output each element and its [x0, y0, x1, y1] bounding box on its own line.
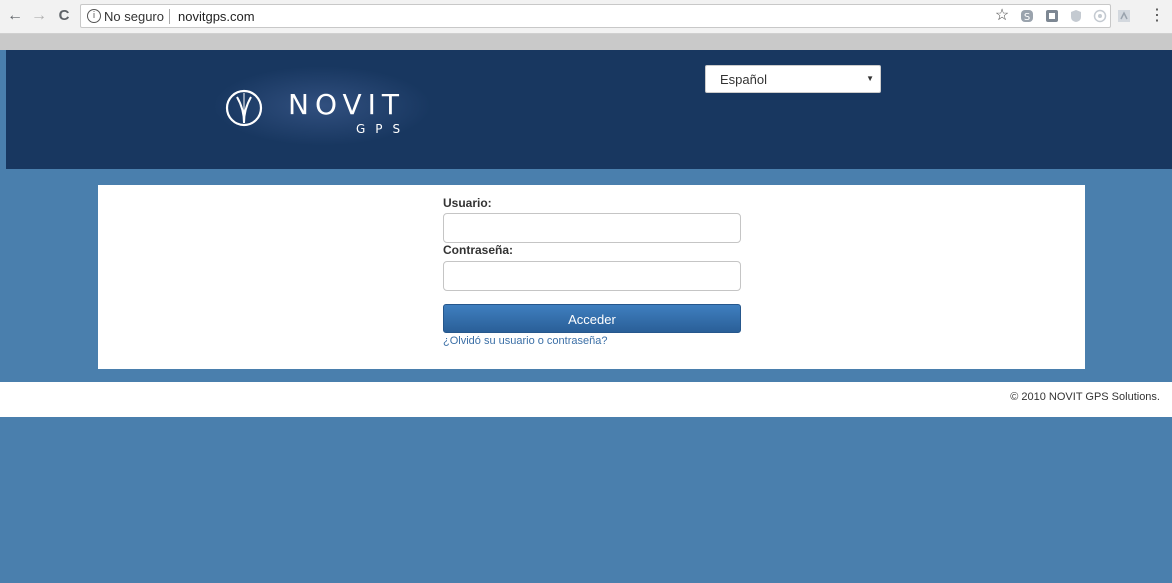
svg-text:S: S: [1024, 12, 1030, 23]
address-divider: [169, 9, 170, 24]
bookmark-star-icon[interactable]: ☆: [993, 6, 1011, 26]
back-arrow-icon[interactable]: ←: [6, 6, 24, 26]
username-field[interactable]: [443, 213, 741, 243]
language-select[interactable]: Español ▼: [705, 65, 881, 93]
logo-subtext: GPS: [356, 122, 411, 136]
security-status: No seguro: [104, 9, 164, 24]
footer: © 2010 NOVIT GPS Solutions.: [0, 382, 1172, 417]
reload-icon[interactable]: C: [55, 6, 73, 26]
username-label: Usuario:: [443, 196, 492, 210]
pdf-extension-icon[interactable]: [1117, 9, 1131, 23]
note-extension-icon[interactable]: [1045, 9, 1059, 23]
browser-menu-icon[interactable]: ⋮: [1148, 6, 1166, 26]
forward-arrow-icon[interactable]: →: [30, 6, 48, 26]
novit-logo-icon: [225, 89, 263, 127]
info-icon[interactable]: i: [87, 9, 101, 23]
circle-extension-icon[interactable]: [1093, 9, 1107, 23]
password-label: Contraseña:: [443, 243, 514, 257]
chevron-down-icon: ▼: [866, 74, 874, 83]
skype-extension-icon[interactable]: S: [1020, 9, 1034, 23]
language-selected-value: Español: [720, 72, 767, 87]
logo-text: NOVIT: [288, 88, 406, 121]
url-text[interactable]: novitgps.com: [178, 9, 255, 24]
site-header: [6, 50, 1172, 169]
top-gray-band: [0, 34, 1172, 50]
browser-toolbar: ← → C i No seguro novitgps.com ☆ S ⋮: [0, 0, 1172, 34]
shield-extension-icon[interactable]: [1069, 9, 1083, 23]
password-field[interactable]: [443, 261, 741, 291]
login-button[interactable]: Acceder: [443, 304, 741, 333]
copyright-text: © 2010 NOVIT GPS Solutions.: [1010, 391, 1160, 403]
forgot-credentials-link[interactable]: ¿Olvidó su usuario o contraseña?: [443, 335, 607, 347]
address-bar[interactable]: i No seguro novitgps.com: [80, 4, 1111, 28]
